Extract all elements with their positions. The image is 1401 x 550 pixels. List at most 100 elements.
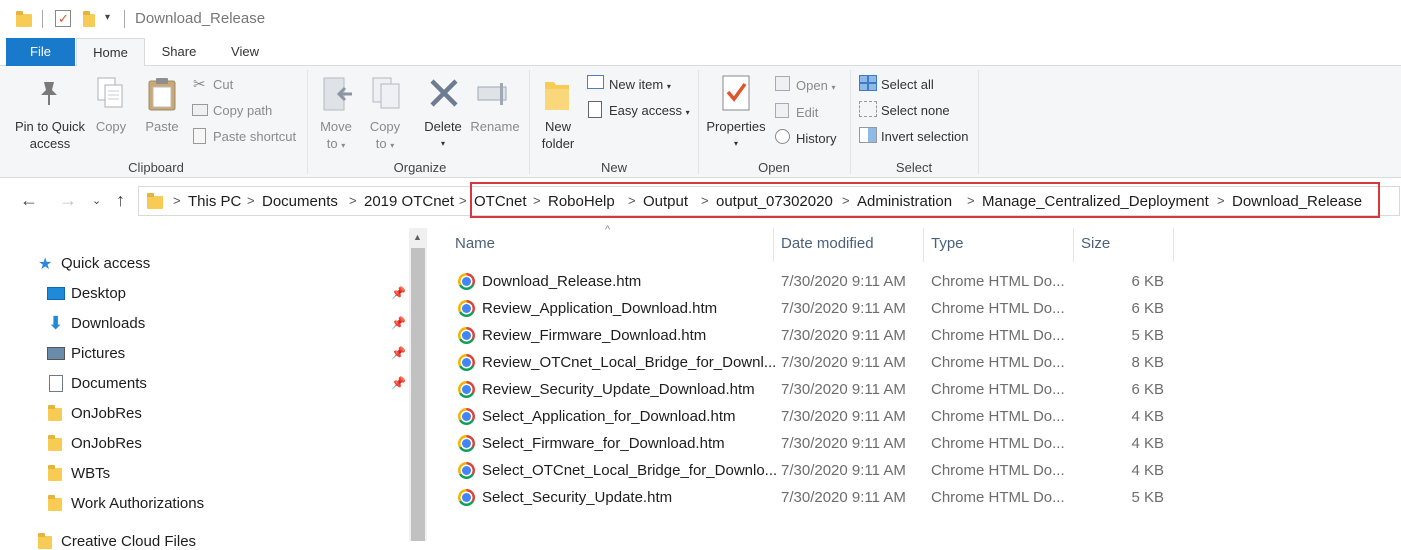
file-size: 6 KB <box>1131 381 1164 398</box>
delete-button[interactable]: Delete ▾ <box>420 118 466 152</box>
forward-arrow-icon[interactable]: → <box>59 190 77 211</box>
chevron-down-icon: ▾ <box>666 82 671 91</box>
pin-icon[interactable]: 📌 <box>391 286 406 300</box>
highlight-box <box>470 182 1380 218</box>
invert-selection-button[interactable]: Invert selection <box>881 128 968 145</box>
pin-icon[interactable]: 📌 <box>391 346 406 360</box>
file-size: 4 KB <box>1131 462 1164 479</box>
easy-access-icon <box>588 101 602 118</box>
properties-button[interactable]: Properties ▾ <box>703 118 769 152</box>
file-size: 4 KB <box>1131 435 1164 452</box>
copy-path-button[interactable]: Copy path <box>213 102 272 119</box>
nav-item-downloads[interactable]: Downloads <box>71 315 145 332</box>
move-to-button[interactable]: Move to ▾ <box>314 118 358 154</box>
scrollbar-thumb[interactable] <box>411 248 425 541</box>
desktop-icon <box>47 287 65 300</box>
column-separator[interactable] <box>1173 228 1174 262</box>
file-row[interactable]: Select_OTCnet_Local_Bridge_for_Downlo...… <box>428 457 1401 484</box>
copy-button[interactable]: Copy <box>92 118 130 135</box>
chrome-html-file-icon <box>458 300 475 317</box>
paste-shortcut-button[interactable]: Paste shortcut <box>213 128 296 145</box>
edit-button[interactable]: Edit <box>796 104 818 121</box>
chevron-right-icon[interactable]: > <box>459 193 467 208</box>
file-name: Review_Firmware_Download.htm <box>482 327 707 344</box>
history-icon <box>775 129 790 144</box>
new-item-button[interactable]: New item ▾ <box>609 76 671 95</box>
file-row[interactable]: Select_Firmware_for_Download.htm 7/30/20… <box>428 430 1401 457</box>
properties-quick-icon[interactable]: ✓ <box>55 10 71 27</box>
separator <box>42 10 43 28</box>
navigation-scrollbar[interactable]: ▲ <box>409 228 427 541</box>
new-folder-label-2: folder <box>541 136 575 151</box>
nav-item-creative-cloud-files[interactable]: Creative Cloud Files <box>61 533 196 550</box>
tab-home[interactable]: Home <box>76 38 145 67</box>
breadcrumb-item[interactable]: Documents <box>262 193 338 210</box>
file-date-modified: 7/30/2020 9:11 AM <box>781 300 906 317</box>
chevron-right-icon[interactable]: > <box>173 193 181 208</box>
star-icon: ★ <box>38 256 53 273</box>
nav-quick-access[interactable]: Quick access <box>61 255 150 272</box>
pin-label-2: access <box>29 136 71 151</box>
file-row[interactable]: Review_Application_Download.htm 7/30/202… <box>428 295 1401 322</box>
column-header-size[interactable]: Size <box>1081 235 1110 252</box>
breadcrumb-item[interactable]: 2019 OTCnet <box>364 193 454 210</box>
nav-item-onjobres[interactable]: OnJobRes <box>71 405 142 422</box>
chrome-html-file-icon <box>458 489 475 506</box>
select-none-button[interactable]: Select none <box>881 102 950 119</box>
documents-icon <box>49 375 63 392</box>
nav-item-documents[interactable]: Documents <box>71 375 147 392</box>
file-date-modified: 7/30/2020 9:11 AM <box>781 408 906 425</box>
column-header-name[interactable]: Name <box>455 235 495 252</box>
cut-button[interactable]: Cut <box>213 76 233 93</box>
pin-to-quick-access-button[interactable]: Pin to Quick access <box>8 118 92 152</box>
back-arrow-icon[interactable]: ← <box>20 190 38 211</box>
folder-icon <box>48 465 62 481</box>
file-row[interactable]: Review_Firmware_Download.htm 7/30/2020 9… <box>428 322 1401 349</box>
pin-icon[interactable]: 📌 <box>391 316 406 330</box>
column-header-type[interactable]: Type <box>931 235 964 252</box>
chevron-right-icon[interactable]: > <box>247 193 255 208</box>
move-to-label-2-text: to <box>326 136 338 151</box>
new-folder-button[interactable]: New folder <box>534 118 582 152</box>
easy-access-button[interactable]: Easy access ▾ <box>609 102 690 121</box>
column-separator[interactable] <box>923 228 924 262</box>
column-separator[interactable] <box>1073 228 1074 262</box>
chrome-html-file-icon <box>458 273 475 290</box>
customize-quick-access-icon[interactable]: ▾ <box>105 12 110 23</box>
ribbon: Pin to Quick access Copy Paste ✂ Cut Cop… <box>0 66 1401 178</box>
history-button[interactable]: History <box>796 130 836 147</box>
tab-share[interactable]: Share <box>148 38 210 66</box>
easy-access-label: Easy access <box>609 103 682 118</box>
organize-group-label: Organize <box>393 160 447 175</box>
nav-item-desktop[interactable]: Desktop <box>71 285 126 302</box>
chevron-down-icon: ▾ <box>440 139 445 148</box>
delete-label: Delete <box>424 119 462 134</box>
nav-item-wbts[interactable]: WBTs <box>71 465 110 482</box>
chevron-right-icon[interactable]: > <box>349 193 357 208</box>
nav-item-onjobres-2[interactable]: OnJobRes <box>71 435 142 452</box>
file-row[interactable]: Select_Security_Update.htm 7/30/2020 9:1… <box>428 484 1401 511</box>
open-button[interactable]: Open ▾ <box>796 77 835 96</box>
pin-icon[interactable]: 📌 <box>391 376 406 390</box>
rename-button[interactable]: Rename <box>468 118 522 135</box>
nav-item-work-authorizations[interactable]: Work Authorizations <box>71 495 204 512</box>
window-title: Download_Release <box>135 10 266 27</box>
new-folder-quick-icon[interactable] <box>83 11 95 27</box>
nav-item-pictures[interactable]: Pictures <box>71 345 125 362</box>
file-row[interactable]: Review_OTCnet_Local_Bridge_for_Downl... … <box>428 349 1401 376</box>
copy-to-button[interactable]: Copy to ▾ <box>363 118 407 154</box>
select-all-icon <box>859 75 877 91</box>
select-all-button[interactable]: Select all <box>881 76 934 93</box>
tab-view[interactable]: View <box>214 38 276 66</box>
column-header-date-modified[interactable]: Date modified <box>781 235 874 252</box>
breadcrumb-item[interactable]: This PC <box>188 193 241 210</box>
recent-locations-chevron-icon[interactable]: ⌄ <box>92 194 101 207</box>
paste-button[interactable]: Paste <box>140 118 184 135</box>
file-row[interactable]: Review_Security_Update_Download.htm 7/30… <box>428 376 1401 403</box>
scroll-up-arrow-icon[interactable]: ▲ <box>413 232 422 242</box>
up-arrow-icon[interactable]: ↑ <box>116 190 125 211</box>
file-row[interactable]: Download_Release.htm 7/30/2020 9:11 AM C… <box>428 268 1401 295</box>
file-row[interactable]: Select_Application_for_Download.htm 7/30… <box>428 403 1401 430</box>
tab-file[interactable]: File <box>6 38 75 66</box>
column-separator[interactable] <box>773 228 774 262</box>
